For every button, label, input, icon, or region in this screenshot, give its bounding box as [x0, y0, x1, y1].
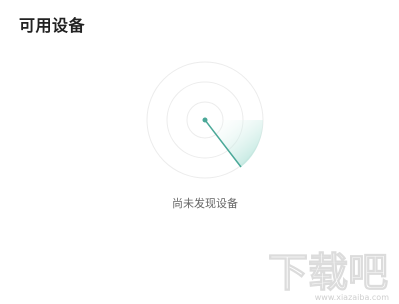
- watermark-url: www.xiazaiba.com: [314, 293, 389, 302]
- page-title: 可用设备: [19, 16, 86, 35]
- scan-status-text: 尚未发现设备: [172, 197, 238, 210]
- watermark-logo-text: 下载吧: [268, 250, 388, 296]
- radar-scan-icon: [146, 61, 264, 179]
- radar-center-dot: [202, 117, 208, 123]
- watermark-logo: 下载吧 www.xiazaiba.com: [260, 240, 395, 304]
- radar-sweep: [205, 120, 264, 167]
- available-devices-panel: 可用设备 尚未发现设备 下载吧 www.xiazaiba.com: [0, 0, 399, 304]
